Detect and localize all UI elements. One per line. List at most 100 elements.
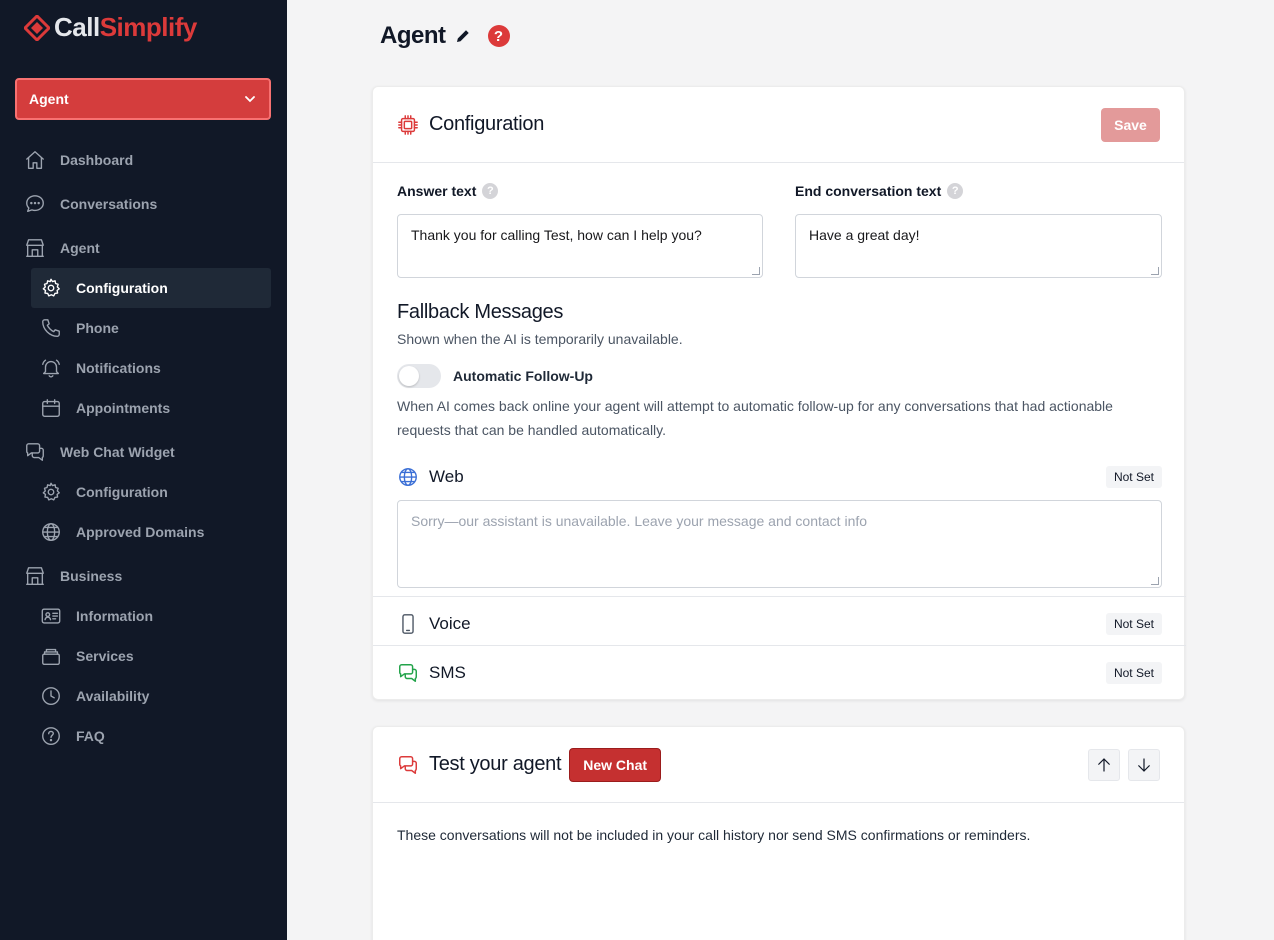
sidebar-item-dashboard[interactable]: Dashboard bbox=[24, 149, 133, 171]
sidebar-item-label: Information bbox=[76, 608, 153, 624]
automatic-follow-up-toggle[interactable] bbox=[397, 364, 441, 388]
sidebar-item-label: Business bbox=[60, 568, 123, 584]
sidebar-item-notifications[interactable]: Notifications bbox=[40, 357, 161, 379]
sidebar-item-label: FAQ bbox=[76, 728, 105, 744]
sidebar-item-agent[interactable]: Agent bbox=[24, 237, 100, 259]
globe-icon bbox=[42, 523, 60, 541]
question-icon[interactable]: ? bbox=[947, 183, 964, 199]
scroll-up-button[interactable] bbox=[1088, 748, 1120, 781]
page-title: Agent bbox=[380, 22, 446, 49]
arrow-down-icon bbox=[1138, 757, 1150, 772]
sidebar-item-widget-configuration[interactable]: Configuration bbox=[40, 481, 168, 503]
agent-select-value: Agent bbox=[29, 91, 69, 107]
clock-icon bbox=[42, 687, 60, 705]
sidebar-item-label: Agent bbox=[60, 240, 100, 256]
scroll-controls bbox=[1080, 748, 1160, 781]
end-conversation-field[interactable]: Have a great day! bbox=[795, 214, 1162, 278]
chevron-down-icon bbox=[245, 96, 255, 103]
web-fallback-placeholder: Sorry—our assistant is unavailable. Leav… bbox=[411, 513, 868, 529]
divider bbox=[373, 596, 1186, 597]
building-icon bbox=[26, 239, 44, 257]
scroll-down-button[interactable] bbox=[1128, 748, 1160, 781]
sidebar: CallSimplify Agent Dashboard Conversatio… bbox=[0, 0, 287, 940]
web-status-badge: Not Set bbox=[1105, 466, 1162, 488]
sidebar-item-label: Dashboard bbox=[60, 152, 134, 168]
sidebar-item-approved-domains[interactable]: Approved Domains bbox=[40, 521, 204, 543]
fallback-description: Shown when the AI is temporarily unavail… bbox=[397, 331, 683, 347]
web-fallback-message-field[interactable]: Sorry—our assistant is unavailable. Leav… bbox=[397, 500, 1162, 588]
brand-name-part2: Simplify bbox=[99, 12, 198, 42]
end-conversation-value: Have a great day! bbox=[809, 227, 920, 243]
sidebar-item-label: Phone bbox=[76, 320, 119, 336]
answer-text-label-text: Answer text bbox=[397, 183, 477, 199]
answer-text-label: Answer text ? bbox=[397, 183, 499, 199]
resize-handle[interactable] bbox=[752, 267, 760, 275]
brand-logo[interactable]: CallSimplify bbox=[24, 12, 197, 43]
chat-bubble-icon bbox=[26, 195, 44, 213]
sidebar-item-label: Approved Domains bbox=[76, 524, 205, 540]
logo-icon bbox=[24, 14, 50, 41]
save-button[interactable]: Save bbox=[1101, 107, 1160, 142]
question-icon[interactable]: ? bbox=[482, 183, 499, 199]
sidebar-item-label: Availability bbox=[76, 688, 150, 704]
mobile-phone-icon bbox=[402, 614, 414, 634]
sidebar-item-phone[interactable]: Phone bbox=[40, 317, 119, 339]
stack-icon bbox=[42, 648, 60, 665]
voice-channel-name: Voice bbox=[429, 614, 471, 633]
voice-channel-row[interactable]: Voice Not Set bbox=[373, 609, 1186, 639]
resize-handle[interactable] bbox=[1151, 577, 1159, 585]
chat-bubbles-icon bbox=[399, 755, 417, 774]
page-header: Agent ? bbox=[380, 22, 510, 50]
sidebar-item-label: Conversations bbox=[60, 196, 158, 212]
automatic-follow-up-label: Automatic Follow-Up bbox=[453, 368, 593, 384]
brand-name-part1: Call bbox=[54, 12, 100, 42]
globe-icon bbox=[399, 468, 417, 486]
test-agent-header: Test your agent New Chat bbox=[373, 727, 1184, 803]
pencil-icon[interactable] bbox=[454, 27, 472, 45]
sms-channel-row[interactable]: SMS Not Set bbox=[373, 658, 1186, 688]
new-chat-button[interactable]: New Chat bbox=[569, 747, 662, 782]
sidebar-item-appointments[interactable]: Appointments bbox=[40, 397, 170, 419]
sidebar-item-availability[interactable]: Availability bbox=[40, 685, 149, 707]
toggle-knob bbox=[399, 366, 419, 386]
sidebar-item-conversations[interactable]: Conversations bbox=[24, 193, 157, 215]
sidebar-item-business[interactable]: Business bbox=[24, 565, 122, 587]
sidebar-item-services[interactable]: Services bbox=[40, 645, 134, 667]
test-note: These conversations will not be included… bbox=[397, 827, 1031, 843]
sidebar-item-web-chat-widget[interactable]: Web Chat Widget bbox=[24, 441, 175, 463]
follow-up-description-line2: requests that can be handled automatical… bbox=[397, 422, 667, 438]
resize-handle[interactable] bbox=[1151, 267, 1159, 275]
gear-icon bbox=[42, 278, 60, 297]
configuration-title: Configuration bbox=[429, 113, 545, 135]
configuration-card-header: Configuration Save bbox=[373, 87, 1184, 163]
web-channel-name: Web bbox=[429, 467, 464, 486]
sidebar-item-label: Configuration bbox=[76, 484, 168, 500]
test-agent-title: Test your agent bbox=[429, 753, 562, 775]
help-icon[interactable]: ? bbox=[487, 25, 510, 47]
sidebar-item-label: Appointments bbox=[76, 400, 171, 416]
id-card-icon bbox=[41, 608, 61, 624]
chat-bubbles-icon bbox=[26, 443, 44, 461]
sidebar-item-label: Web Chat Widget bbox=[60, 444, 175, 460]
fallback-messages-title: Fallback Messages bbox=[397, 301, 564, 323]
sidebar-item-agent-configuration[interactable]: Configuration bbox=[40, 277, 168, 299]
answer-text-field[interactable]: Thank you for calling Test, how can I he… bbox=[397, 214, 763, 278]
sidebar-item-label: Configuration bbox=[76, 280, 168, 296]
sidebar-item-faq[interactable]: FAQ bbox=[40, 725, 105, 747]
sidebar-item-label: Services bbox=[76, 648, 134, 664]
building-icon bbox=[26, 567, 44, 585]
sidebar-item-information[interactable]: Information bbox=[40, 605, 153, 627]
answer-text-value: Thank you for calling Test, how can I he… bbox=[411, 227, 702, 243]
configuration-card: Configuration Save Answer text ? Thank y… bbox=[372, 86, 1186, 700]
chip-icon bbox=[398, 114, 418, 135]
question-circle-icon bbox=[42, 727, 60, 745]
sms-status-badge: Not Set bbox=[1105, 662, 1162, 684]
bell-icon bbox=[42, 359, 60, 378]
phone-icon bbox=[42, 319, 60, 337]
gear-icon bbox=[42, 482, 60, 501]
follow-up-description-line1: When AI comes back online your agent wil… bbox=[397, 398, 1113, 414]
chat-bubbles-icon bbox=[399, 664, 417, 682]
web-channel-row: Web Not Set bbox=[373, 462, 1186, 492]
agent-select[interactable]: Agent bbox=[15, 78, 271, 120]
voice-status-badge: Not Set bbox=[1105, 613, 1162, 635]
